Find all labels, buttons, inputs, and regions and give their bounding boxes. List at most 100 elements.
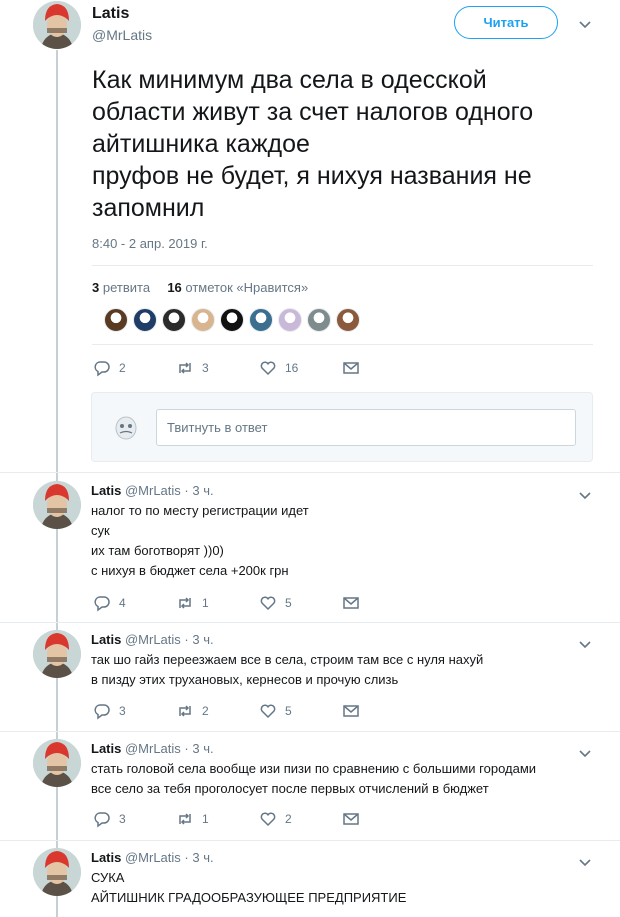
retweets-count[interactable]: 3 <box>92 280 99 295</box>
chevron-down-icon[interactable] <box>577 487 593 503</box>
reply-time[interactable]: 3 ч. <box>192 850 213 865</box>
tweet-actions: 2 3 16 <box>93 359 368 377</box>
retweet-action[interactable]: 1 <box>176 810 259 828</box>
reply-actions: 3 2 5 <box>93 702 368 720</box>
reply-time[interactable]: 3 ч. <box>192 741 213 756</box>
liker-avatars <box>104 308 365 334</box>
chevron-down-icon[interactable] <box>577 16 593 32</box>
avatar[interactable] <box>33 739 81 787</box>
chevron-down-icon[interactable] <box>577 745 593 761</box>
avatar[interactable] <box>33 630 81 678</box>
reply-header: Latis @MrLatis · 3 ч. <box>91 850 214 865</box>
author-handle[interactable]: @MrLatis <box>92 27 152 43</box>
avatar[interactable] <box>33 481 81 529</box>
direct-message-action[interactable] <box>342 594 368 612</box>
author-handle[interactable]: @MrLatis <box>125 850 181 865</box>
reply-tweet: Latis @MrLatis · 3 ч. стать головой села… <box>0 739 620 839</box>
likes-count[interactable]: 16 <box>167 280 181 295</box>
author-name[interactable]: Latis <box>91 741 121 756</box>
direct-message-action[interactable] <box>342 810 368 828</box>
tweet-text-line: айтишника каждое <box>92 130 310 158</box>
reply-action[interactable]: 3 <box>93 702 176 720</box>
user-avatar <box>110 411 142 443</box>
reply-icon <box>94 812 110 828</box>
reply-tweet: Latis @MrLatis · 3 ч. СУКА АЙТИШНИК ГРАД… <box>0 848 620 917</box>
liker-avatar[interactable] <box>220 308 244 332</box>
reply-icon <box>94 361 110 377</box>
reply-time[interactable]: 3 ч. <box>192 632 213 647</box>
avatar[interactable] <box>33 1 81 49</box>
follow-button[interactable]: Читать <box>454 6 558 39</box>
reply-icon <box>94 596 110 612</box>
author-handle[interactable]: @MrLatis <box>125 483 181 498</box>
author-name[interactable]: Latis <box>91 850 121 865</box>
retweet-icon <box>179 597 191 609</box>
divider <box>0 731 620 732</box>
reply-input[interactable]: Твитнуть в ответ <box>156 409 576 446</box>
chevron-down-icon[interactable] <box>577 854 593 870</box>
liker-avatar[interactable] <box>191 308 215 332</box>
liker-avatar[interactable] <box>336 308 360 332</box>
retweet-icon <box>179 705 191 717</box>
author-handle[interactable]: @MrLatis <box>125 632 181 647</box>
avatar[interactable] <box>33 848 81 896</box>
author-handle[interactable]: @MrLatis <box>125 741 181 756</box>
reply-text-line: их там боготворят ))0) <box>91 543 224 558</box>
liker-avatar[interactable] <box>104 308 128 332</box>
chevron-down-icon[interactable] <box>577 636 593 652</box>
like-action[interactable]: 2 <box>259 810 342 828</box>
heart-icon <box>260 704 276 719</box>
heart-icon <box>260 361 276 376</box>
like-action[interactable]: 5 <box>259 594 342 612</box>
tweet-text-line: пруфов не будет, я нихуя названия не <box>92 162 532 190</box>
reply-actions: 3 1 2 <box>93 810 368 828</box>
author-name[interactable]: Latis <box>91 632 121 647</box>
envelope-icon <box>343 597 359 609</box>
reply-header: Latis @MrLatis · 3 ч. <box>91 741 214 756</box>
direct-message-action[interactable] <box>342 359 368 377</box>
reply-header: Latis @MrLatis · 3 ч. <box>91 483 214 498</box>
reply-tweet: Latis @MrLatis · 3 ч. так шо гайз переез… <box>0 630 620 730</box>
retweet-icon <box>179 813 191 825</box>
reply-count: 2 <box>119 361 126 375</box>
retweet-count: 3 <box>202 361 209 375</box>
liker-avatar[interactable] <box>278 308 302 332</box>
divider <box>0 622 620 623</box>
likes-label[interactable]: отметок «Нравится» <box>185 280 308 295</box>
reply-text: налог то по месту регистрации идет сук и… <box>91 501 309 581</box>
like-action[interactable]: 16 <box>259 359 342 377</box>
reply-text-line: все село за тебя проголосует после первы… <box>91 781 489 796</box>
author-name[interactable]: Latis <box>92 5 129 23</box>
heart-icon <box>260 596 276 611</box>
reply-action[interactable]: 3 <box>93 810 176 828</box>
retweet-action[interactable]: 2 <box>176 702 259 720</box>
divider <box>92 344 593 345</box>
reply-count: 3 <box>119 812 126 826</box>
reply-composer: Твитнуть в ответ <box>91 392 593 462</box>
reply-action[interactable]: 4 <box>93 594 176 612</box>
reply-time[interactable]: 3 ч. <box>192 483 213 498</box>
reply-count: 4 <box>119 596 126 610</box>
tweet-stats: 3 ретвита 16 отметок «Нравится» <box>92 280 308 295</box>
reply-tweet: Latis @MrLatis · 3 ч. налог то по месту … <box>0 481 620 621</box>
retweet-count: 2 <box>202 704 209 718</box>
like-count: 16 <box>285 361 299 375</box>
retweets-label[interactable]: ретвита <box>103 280 150 295</box>
liker-avatar[interactable] <box>162 308 186 332</box>
reply-text: СУКА АЙТИШНИК ГРАДООБРАЗУЮЩЕЕ ПРЕДПРИЯТИ… <box>91 868 406 908</box>
reply-text-line: сук <box>91 523 110 538</box>
like-action[interactable]: 5 <box>259 702 342 720</box>
retweet-action[interactable]: 1 <box>176 594 259 612</box>
envelope-icon <box>343 813 359 825</box>
liker-avatar[interactable] <box>307 308 331 332</box>
author-name[interactable]: Latis <box>91 483 121 498</box>
reply-text-line: так шо гайз переезжаем все в села, строи… <box>91 652 484 667</box>
heart-icon <box>260 812 276 827</box>
liker-avatar[interactable] <box>249 308 273 332</box>
liker-avatar[interactable] <box>133 308 157 332</box>
retweet-count: 1 <box>202 812 209 826</box>
reply-action[interactable]: 2 <box>93 359 176 377</box>
tweet-timestamp[interactable]: 8:40 - 2 апр. 2019 г. <box>92 236 208 251</box>
retweet-action[interactable]: 3 <box>176 359 259 377</box>
direct-message-action[interactable] <box>342 702 368 720</box>
